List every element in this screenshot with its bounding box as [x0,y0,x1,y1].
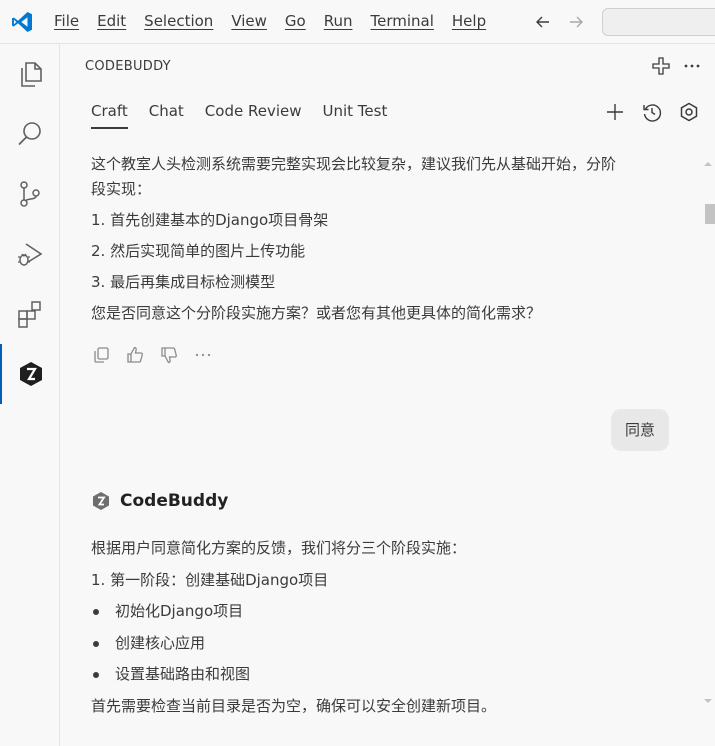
panel-title: CODEBUDDY [85,59,171,74]
list-item: 创建核心应用 [91,628,691,660]
message-line: 3. 最后再集成目标检测模型 [91,273,276,291]
user-message-bubble: 同意 [611,409,670,451]
copy-icon[interactable] [91,345,111,365]
menu-file[interactable]: File [54,12,79,30]
scrollbar-thumb[interactable] [705,204,715,224]
extensions-icon [18,301,41,328]
more-actions-icon[interactable] [682,56,702,76]
list-item: 设置基础路由和视图 [91,659,691,691]
history-icon[interactable] [641,101,663,123]
menu-bar: File Edit Selection View Go Run Terminal… [54,12,486,30]
message-actions [91,343,691,367]
menu-edit[interactable]: Edit [97,12,126,30]
menu-terminal[interactable]: Terminal [371,12,434,30]
settings-icon[interactable] [678,101,700,123]
message-line: 2. 然后实现简单的图片上传功能 [91,242,306,260]
command-center-search[interactable] [602,8,715,36]
codebuddy-panel: CODEBUDDY Craft Chat Code Review Unit Te… [61,44,715,746]
message-line: 首先需要检查当前目录是否为空，确保可以安全创建新项目。 [91,696,497,715]
activity-bar [0,44,60,746]
message-line: 1. 首先创建基本的Django项目骨架 [91,211,329,229]
codebuddy-button[interactable] [0,344,60,404]
source-control-icon [20,181,40,207]
run-debug-button[interactable] [0,224,60,284]
message-line: 根据用户同意简化方案的反馈，我们将分三个阶段实施： [91,539,467,557]
search-button[interactable] [0,104,60,164]
tab-unit-test[interactable]: Unit Test [322,102,387,129]
codebuddy-logo-icon [20,362,42,386]
extensions-button[interactable] [0,284,60,344]
assistant-message-1: 这个教室人头检测系统需要完整实现会比较复杂，建议我们先从基础开始，分阶 段实现：… [91,152,691,367]
message-line-clipped: 这个教室人头检测系统需要完整实现会比较复杂，建议我们先从基础开始，分阶 [91,155,617,173]
vscode-logo-icon [12,12,32,32]
add-widget-icon[interactable] [651,56,671,76]
assistant-header: CodeBuddy [91,491,228,511]
tab-chat[interactable]: Chat [149,102,184,129]
thumbs-down-icon[interactable] [159,345,179,365]
scroll-up-arrow-icon[interactable] [703,160,713,168]
message-line: 您是否同意这个分阶段实施方案？或者您有其他更具体的简化需求？ [91,304,542,322]
menu-selection[interactable]: Selection [144,12,213,30]
search-icon [18,122,41,146]
message-line: 1. 第一阶段：创建基础Django项目 [91,570,329,589]
codebuddy-avatar-icon [93,492,109,510]
new-chat-plus-icon[interactable] [604,101,626,123]
forward-arrow-icon[interactable] [566,12,586,32]
menu-view[interactable]: View [231,12,267,30]
more-icon[interactable] [193,345,213,365]
tab-craft[interactable]: Craft [91,102,128,129]
run-debug-icon [18,243,43,266]
menu-go[interactable]: Go [285,12,306,30]
scroll-down-arrow-icon[interactable] [703,697,713,705]
menu-help[interactable]: Help [452,12,486,30]
back-arrow-icon[interactable] [533,12,553,32]
list-item: 初始化Django项目 [91,596,691,628]
message-line: 段实现： [91,180,152,198]
assistant-name: CodeBuddy [120,491,229,511]
assistant-message-2: 根据用户同意简化方案的反馈，我们将分三个阶段实施： 1. 第一阶段：创建基础Dj… [91,533,691,722]
menu-run[interactable]: Run [324,12,353,30]
source-control-button[interactable] [0,164,60,224]
title-bar: File Edit Selection View Go Run Terminal… [0,0,715,44]
thumbs-up-icon[interactable] [125,345,145,365]
files-icon [21,62,42,87]
panel-tabs: Craft Chat Code Review Unit Test [91,102,387,129]
tab-code-review[interactable]: Code Review [205,102,302,129]
explorer-button[interactable] [0,44,60,104]
